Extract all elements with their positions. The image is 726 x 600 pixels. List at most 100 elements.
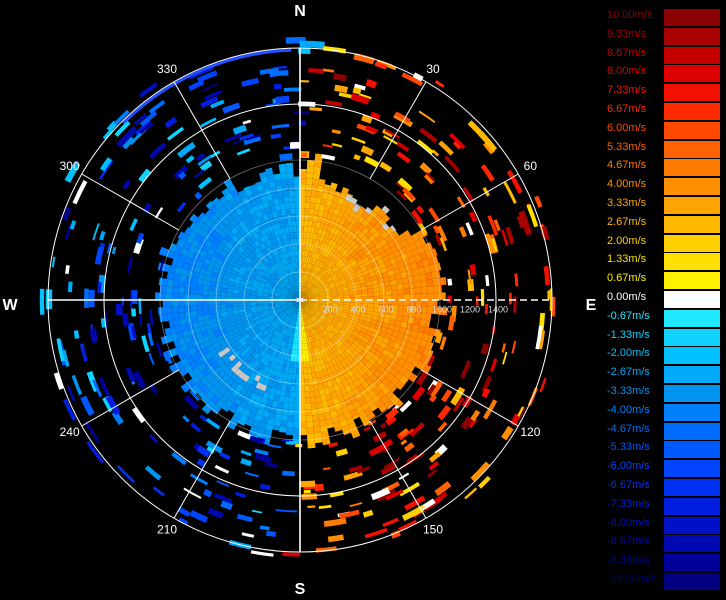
velocity-cell (439, 292, 446, 300)
echo-cell (176, 141, 196, 159)
legend-swatch (664, 385, 720, 402)
velocity-cell (433, 292, 440, 300)
legend-swatch (664, 403, 720, 421)
velocity-cell (319, 419, 327, 427)
compass-west-label: W (2, 297, 18, 314)
velocity-cell (409, 287, 416, 295)
velocity-cell (279, 166, 287, 174)
velocity-cell (290, 385, 296, 392)
legend-swatch (664, 309, 720, 327)
velocity-cell (285, 427, 294, 434)
velocity-cell (280, 414, 288, 422)
velocity-cell (293, 409, 300, 416)
velocity-cell (385, 290, 392, 296)
velocity-cell (300, 172, 307, 179)
velocity-cell (166, 300, 173, 308)
echo-cell (240, 449, 252, 457)
velocity-cell (305, 184, 313, 191)
velocity-cell (310, 396, 317, 404)
velocity-cell (427, 285, 434, 294)
echo-cell (318, 504, 332, 510)
echo-cell (84, 420, 101, 444)
range-label: 200 (322, 304, 337, 314)
velocity-cell (282, 402, 290, 410)
velocity-cell (397, 289, 404, 295)
echo-cell (216, 480, 230, 488)
echo-cell (334, 84, 349, 94)
velocity-cell (303, 226, 308, 233)
legend-label: 4.67m/s (607, 159, 647, 172)
velocity-cell (397, 300, 404, 306)
echo-cell (149, 434, 159, 444)
velocity-cell (292, 367, 297, 374)
velocity-cell (166, 285, 173, 294)
echo-cell (254, 453, 272, 463)
legend-entry: 7.33m/s (605, 83, 726, 102)
velocity-cell (273, 419, 281, 427)
velocity-cell (427, 292, 434, 300)
echo-cell (185, 155, 195, 164)
echo-cell (200, 117, 217, 128)
bearing-label: 240 (60, 425, 80, 439)
echo-cell (222, 102, 241, 114)
legend-label: 2.00m/s (607, 234, 647, 247)
velocity-cell (275, 185, 283, 193)
velocity-cell (292, 226, 297, 233)
velocity-cell (286, 172, 294, 179)
velocity-cell (190, 305, 197, 312)
velocity-cell (178, 287, 185, 294)
bearing-label: 150 (423, 523, 443, 537)
echo-cell (396, 141, 410, 152)
legend-label: 1.33m/s (607, 253, 647, 266)
echo-cell (437, 405, 452, 421)
velocity-cell (285, 162, 293, 167)
velocity-cell (172, 300, 179, 307)
echo-cell (189, 510, 209, 523)
echo-cell (131, 308, 137, 317)
velocity-cell (305, 403, 312, 410)
velocity-cell (293, 415, 300, 422)
velocity-cell (279, 420, 288, 428)
velocity-cell (310, 190, 318, 198)
echo-cell (365, 79, 378, 89)
legend-label: -3.33m/s (607, 385, 650, 397)
echo-cell (509, 292, 512, 305)
velocity-cell (185, 317, 193, 325)
velocity-cell (291, 379, 296, 386)
echo-cell (88, 289, 95, 308)
velocity-cell (285, 384, 292, 392)
velocity-cell (273, 173, 281, 181)
echo-cell (351, 136, 366, 145)
velocity-color-legend: 10.00m/s 9.33m/s 8.67m/s 8.00m/s 7.33m/s 6.67… (605, 8, 726, 592)
velocity-cell (173, 273, 181, 281)
echo-cell (419, 162, 433, 175)
echo-cell (465, 222, 474, 236)
echo-cell (275, 95, 290, 104)
legend-swatch (664, 234, 720, 252)
echo-cell (363, 156, 379, 168)
velocity-cell (166, 279, 174, 287)
velocity-cell (306, 421, 314, 428)
legend-label: 5.33m/s (607, 140, 647, 153)
velocity-cell (289, 397, 295, 404)
legend-entry: -0.67m/s (605, 309, 726, 328)
compass-south-label: S (295, 581, 306, 598)
range-label: 800 (406, 304, 421, 314)
legend-swatch (664, 554, 720, 572)
echo-cell (242, 119, 252, 125)
velocity-cell (280, 178, 288, 186)
echo-cell (236, 148, 251, 156)
velocity-cell (312, 178, 320, 186)
velocity-cell (274, 413, 282, 421)
echo-cell (241, 77, 259, 87)
echo-cell (259, 525, 270, 531)
echo-cell (232, 140, 240, 145)
velocity-cell (184, 311, 192, 319)
echo-cell (427, 468, 438, 478)
velocity-cell (306, 427, 315, 434)
velocity-cell (173, 319, 181, 327)
velocity-cell (184, 300, 191, 307)
velocity-cell (415, 293, 422, 300)
legend-swatch (664, 328, 720, 346)
velocity-cell (397, 305, 404, 311)
